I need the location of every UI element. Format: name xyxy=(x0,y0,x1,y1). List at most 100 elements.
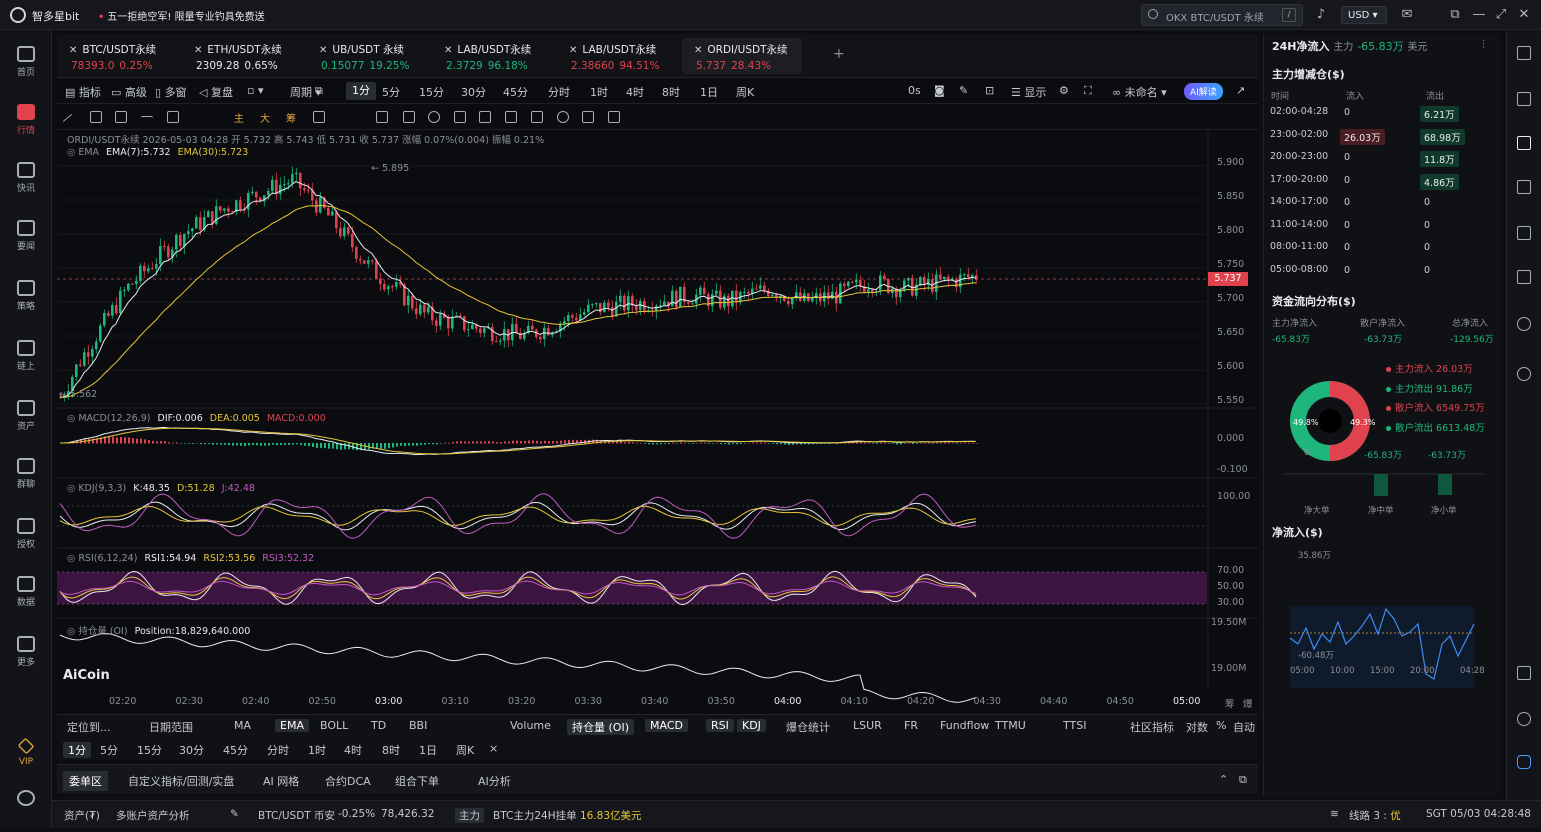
bottom-tab-0[interactable]: 委单区 xyxy=(63,771,108,791)
settings-icon[interactable]: ⚙ xyxy=(1059,84,1069,97)
more-tools-icon[interactable] xyxy=(193,111,205,123)
multi-window-button[interactable]: ▯ 多窗 xyxy=(155,84,187,100)
quick-interval-3[interactable]: 30分 xyxy=(179,742,204,758)
tab-symbol[interactable]: ✕ UB/USDT 永续 0.15077 19.25% xyxy=(307,38,427,74)
account-analysis-button[interactable]: 多账户资产分析 xyxy=(116,808,190,823)
quick-interval-9[interactable]: 1日 xyxy=(419,742,437,758)
monitor-icon[interactable] xyxy=(1517,226,1531,240)
tab-symbol[interactable]: ✕ BTC/USDT永续 78393.0 0.25% xyxy=(57,38,177,74)
pencil-icon[interactable]: ✎ xyxy=(959,84,968,97)
period-grid-icon[interactable]: ⧉ xyxy=(315,84,323,98)
nav-wallet[interactable]: 资产 xyxy=(0,392,52,442)
tab-symbol[interactable]: ✕ LAB/USDT永续 2.3729 96.18% xyxy=(432,38,552,74)
expand-chart-icon[interactable]: ⫶ xyxy=(1482,38,1485,52)
search-input[interactable]: OKX BTC/USDT 永续 / xyxy=(1141,4,1303,26)
tab-symbol[interactable]: ✕ ETH/USDT永续 2309.28 0.65% xyxy=(182,38,302,74)
log-scale-toggle[interactable]: 对数 xyxy=(1186,719,1208,735)
nav-vip[interactable]: VIP xyxy=(0,730,52,780)
quick-interval-2[interactable]: 15分 xyxy=(137,742,162,758)
large-order-tag[interactable]: 大 xyxy=(260,110,270,125)
close-tab-icon[interactable]: ✕ xyxy=(194,45,202,56)
bottom-tab-5[interactable]: AI分析 xyxy=(478,773,511,789)
chip-tag[interactable]: 筹 xyxy=(286,110,296,125)
main-indicator-ema[interactable]: EMA xyxy=(275,719,309,732)
liquidation-corner-button[interactable]: 爆 xyxy=(1243,696,1253,710)
advanced-button[interactable]: ▭ 高级 xyxy=(111,84,147,100)
interval-4[interactable]: 45分 xyxy=(503,84,528,100)
magnet-icon[interactable] xyxy=(313,111,325,123)
nav-news[interactable]: 快讯 xyxy=(0,154,52,204)
main-indicator-td[interactable]: TD xyxy=(371,719,386,732)
share-icon[interactable]: ↗ xyxy=(1236,84,1245,97)
quick-interval-1[interactable]: 5分 xyxy=(100,742,118,758)
exchange-icon[interactable] xyxy=(1517,367,1531,381)
quick-interval-0[interactable]: 1分 xyxy=(63,742,91,758)
mail-icon[interactable]: ✉ xyxy=(1399,7,1415,23)
lock-icon[interactable] xyxy=(505,111,517,123)
popout-icon[interactable]: ⧉ xyxy=(1447,7,1463,23)
hline-tool-icon[interactable] xyxy=(90,111,102,123)
minimize-icon[interactable]: — xyxy=(1471,7,1487,23)
interval-9[interactable]: 1日 xyxy=(700,84,718,100)
expand-icon[interactable]: ⊡ xyxy=(985,84,994,97)
interval-3[interactable]: 30分 xyxy=(461,84,486,100)
ticker-pair[interactable]: BTC/USDT 币安 xyxy=(258,808,335,823)
kline-chart[interactable]: ORDI/USDT永续 2026-05-03 04:28 开 5.732 高 5… xyxy=(57,130,1258,712)
replay-button[interactable]: ◁ 复盘 xyxy=(199,84,233,100)
sub-indicator-4[interactable]: KDJ xyxy=(737,719,766,732)
assets-label[interactable]: 资产(₮) xyxy=(64,808,100,823)
redo-icon[interactable] xyxy=(659,111,671,123)
nav-home[interactable]: 首页 xyxy=(0,38,52,88)
assistant-icon[interactable] xyxy=(1517,755,1531,769)
interval-6[interactable]: 1时 xyxy=(590,84,608,100)
nav-data[interactable]: 数据 xyxy=(0,568,52,618)
nav-grid[interactable]: 更多 xyxy=(0,628,52,678)
ticket-icon[interactable] xyxy=(1517,270,1531,284)
copy-icon[interactable] xyxy=(376,111,388,123)
nav-chart[interactable]: 行情 xyxy=(0,96,52,146)
more-dropdown[interactable]: ▫ ▾ xyxy=(247,84,263,97)
layout-name-dropdown[interactable]: ∞ 未命名 ▾ xyxy=(1112,84,1167,100)
camera-icon[interactable]: ◙ xyxy=(934,84,945,97)
main-indicator-ma[interactable]: MA xyxy=(234,719,251,732)
nav-chain[interactable]: 链上 xyxy=(0,332,52,382)
close-tab-icon[interactable]: ✕ xyxy=(69,45,77,56)
close-tab-icon[interactable]: ✕ xyxy=(319,45,327,56)
link-icon[interactable] xyxy=(479,111,491,123)
interval-1[interactable]: 5分 xyxy=(382,84,400,100)
quick-interval-6[interactable]: 1时 xyxy=(308,742,326,758)
fund-icon[interactable] xyxy=(1517,136,1531,150)
quick-interval-8[interactable]: 8时 xyxy=(382,742,400,758)
main-force-tag[interactable]: 主 xyxy=(234,110,244,125)
nav-doc[interactable]: 要闻 xyxy=(0,212,52,262)
locate-button[interactable]: 定位到... xyxy=(67,719,111,735)
bell-icon[interactable]: ♪ xyxy=(1313,7,1329,23)
ruler-icon[interactable] xyxy=(403,111,415,123)
collapse-icon[interactable]: ⌃ xyxy=(1219,773,1228,786)
close-interval-bar[interactable]: × xyxy=(489,742,498,755)
trash-icon[interactable] xyxy=(608,111,620,123)
sub-indicator-3[interactable]: RSI xyxy=(706,719,734,732)
chip-corner-button[interactable]: 筹 xyxy=(1225,696,1235,710)
percent-toggle[interactable]: % xyxy=(1216,719,1226,732)
interval-8[interactable]: 8时 xyxy=(662,84,680,100)
promo-banner[interactable]: • 五一拒绝空军! 限量专业钓具免费送 xyxy=(98,8,265,23)
indicator-button[interactable]: ▤ 指标 xyxy=(65,84,101,100)
date-range-dropdown[interactable]: 日期范围 xyxy=(149,719,193,735)
auto-scale-toggle[interactable]: 自动 xyxy=(1233,719,1255,735)
sub-indicator-1[interactable]: 持仓量 (OI) xyxy=(567,719,634,735)
sub-indicator-0[interactable]: Volume xyxy=(510,719,551,732)
line-status[interactable]: 线路 3 : 优 xyxy=(1349,808,1401,823)
tab-symbol[interactable]: ✕ ORDI/USDT永续 5.737 28.43% xyxy=(682,38,802,74)
nav-strategy[interactable]: 策略 xyxy=(0,272,52,322)
close-tab-icon[interactable]: ✕ xyxy=(694,45,702,56)
note-icon[interactable] xyxy=(1517,92,1531,106)
interval-10[interactable]: 周K xyxy=(736,84,754,100)
sub-indicator-2[interactable]: MACD xyxy=(645,719,688,732)
interval-0[interactable]: 1分 xyxy=(346,82,376,100)
edit-icon[interactable]: ✎ xyxy=(230,808,239,820)
bar-chart-icon[interactable] xyxy=(1517,180,1531,194)
bottom-tab-4[interactable]: 组合下单 xyxy=(395,773,439,789)
zoom-icon[interactable] xyxy=(428,111,440,123)
close-tab-icon[interactable]: ✕ xyxy=(444,45,452,56)
